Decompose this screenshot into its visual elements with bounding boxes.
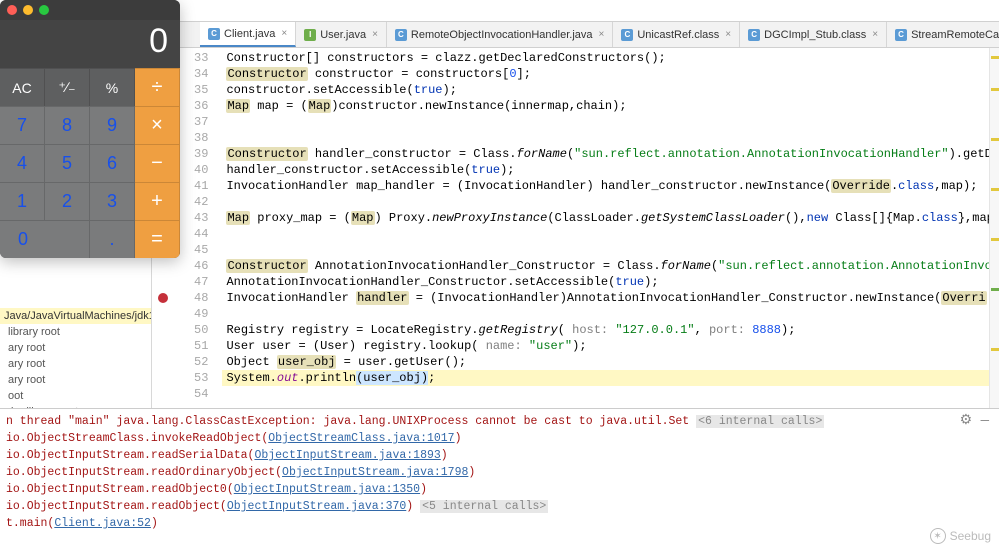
calc-key-÷[interactable]: ÷ — [135, 68, 180, 106]
close-icon[interactable]: × — [599, 29, 605, 40]
tab-UnicastRef.class[interactable]: CUnicastRef.class× — [613, 22, 740, 47]
console-panel[interactable]: ⚙ — n thread "main" java.lang.ClassCastE… — [0, 408, 999, 548]
console-line[interactable]: t.main(Client.java:52) — [6, 515, 993, 532]
calc-key-=[interactable]: = — [135, 220, 180, 258]
calculator-titlebar[interactable] — [0, 0, 180, 20]
file-icon: C — [895, 29, 907, 41]
sidebar-item[interactable]: ary root — [0, 356, 151, 372]
calculator-window[interactable]: 0 AC⁺∕₋%÷ 789× 456− 123+0.= — [0, 0, 180, 258]
calculator-keypad: AC⁺∕₋%÷ 789× 456− 123+0.= — [0, 68, 180, 258]
calc-key-5[interactable]: 5 — [45, 144, 90, 182]
minimize-icon[interactable] — [23, 5, 33, 15]
watermark-icon: ✶ — [930, 528, 946, 544]
calc-key-9[interactable]: 9 — [90, 106, 135, 144]
tab-Client.java[interactable]: CClient.java× — [200, 22, 296, 47]
close-icon[interactable]: × — [725, 29, 731, 40]
console-line[interactable]: io.ObjectInputStream.readObject0(ObjectI… — [6, 481, 993, 498]
sidebar-item[interactable]: oot — [0, 388, 151, 404]
calc-key-8[interactable]: 8 — [45, 106, 90, 144]
calc-key-×[interactable]: × — [135, 106, 180, 144]
close-icon[interactable]: × — [372, 29, 378, 40]
zoom-icon[interactable] — [39, 5, 49, 15]
close-icon[interactable]: × — [872, 29, 878, 40]
calc-key-0[interactable]: 0 — [0, 220, 90, 258]
watermark: ✶ Seebug — [930, 528, 991, 544]
tab-RemoteObjectInvocationHandler.java[interactable]: CRemoteObjectInvocationHandler.java× — [387, 22, 613, 47]
tab-User.java[interactable]: IUser.java× — [296, 22, 387, 47]
console-line[interactable]: io.ObjectStreamClass.invokeReadObject(Ob… — [6, 430, 993, 447]
calc-key-.[interactable]: . — [90, 220, 135, 258]
close-icon[interactable] — [7, 5, 17, 15]
calc-key-2[interactable]: 2 — [45, 182, 90, 220]
sidebar-item[interactable]: ary root — [0, 340, 151, 356]
tab-StreamRemoteCall.class[interactable]: CStreamRemoteCall.class× — [887, 22, 999, 47]
calc-key-−[interactable]: − — [135, 144, 180, 182]
console-line[interactable]: io.ObjectInputStream.readSerialData(Obje… — [6, 447, 993, 464]
sidebar-path[interactable]: Java/JavaVirtualMachines/jdk1.7.0_80.jdk… — [0, 308, 151, 324]
calc-key-AC[interactable]: AC — [0, 68, 45, 106]
console-line[interactable]: io.ObjectInputStream.readOrdinaryObject(… — [6, 464, 993, 481]
error-stripe[interactable] — [989, 48, 999, 408]
calc-key-1[interactable]: 1 — [0, 182, 45, 220]
calc-key-⁺∕₋[interactable]: ⁺∕₋ — [45, 68, 90, 106]
calculator-display: 0 — [0, 20, 180, 68]
tab-DGCImpl_Stub.class[interactable]: CDGCImpl_Stub.class× — [740, 22, 887, 47]
calc-key-+[interactable]: + — [135, 182, 180, 220]
gear-icon[interactable]: ⚙ — — [960, 413, 989, 430]
calc-key-6[interactable]: 6 — [90, 144, 135, 182]
close-icon[interactable]: × — [281, 28, 287, 39]
calc-key-3[interactable]: 3 — [90, 182, 135, 220]
sidebar-item[interactable]: library root — [0, 324, 151, 340]
file-icon: C — [208, 28, 220, 40]
sidebar-item[interactable]: ary root — [0, 372, 151, 388]
calc-key-7[interactable]: 7 — [0, 106, 45, 144]
file-icon: C — [621, 29, 633, 41]
file-icon: C — [395, 29, 407, 41]
file-icon: C — [748, 29, 760, 41]
calc-key-%[interactable]: % — [90, 68, 135, 106]
file-icon: I — [304, 29, 316, 41]
calc-key-4[interactable]: 4 — [0, 144, 45, 182]
code-editor[interactable]: 3334353637383940414243444546474849505152… — [152, 48, 999, 408]
console-line[interactable]: n thread "main" java.lang.ClassCastExcep… — [6, 413, 993, 430]
editor-code[interactable]: Constructor[] constructors = clazz.getDe… — [222, 48, 999, 408]
console-line[interactable]: io.ObjectInputStream.readObject(ObjectIn… — [6, 498, 993, 515]
